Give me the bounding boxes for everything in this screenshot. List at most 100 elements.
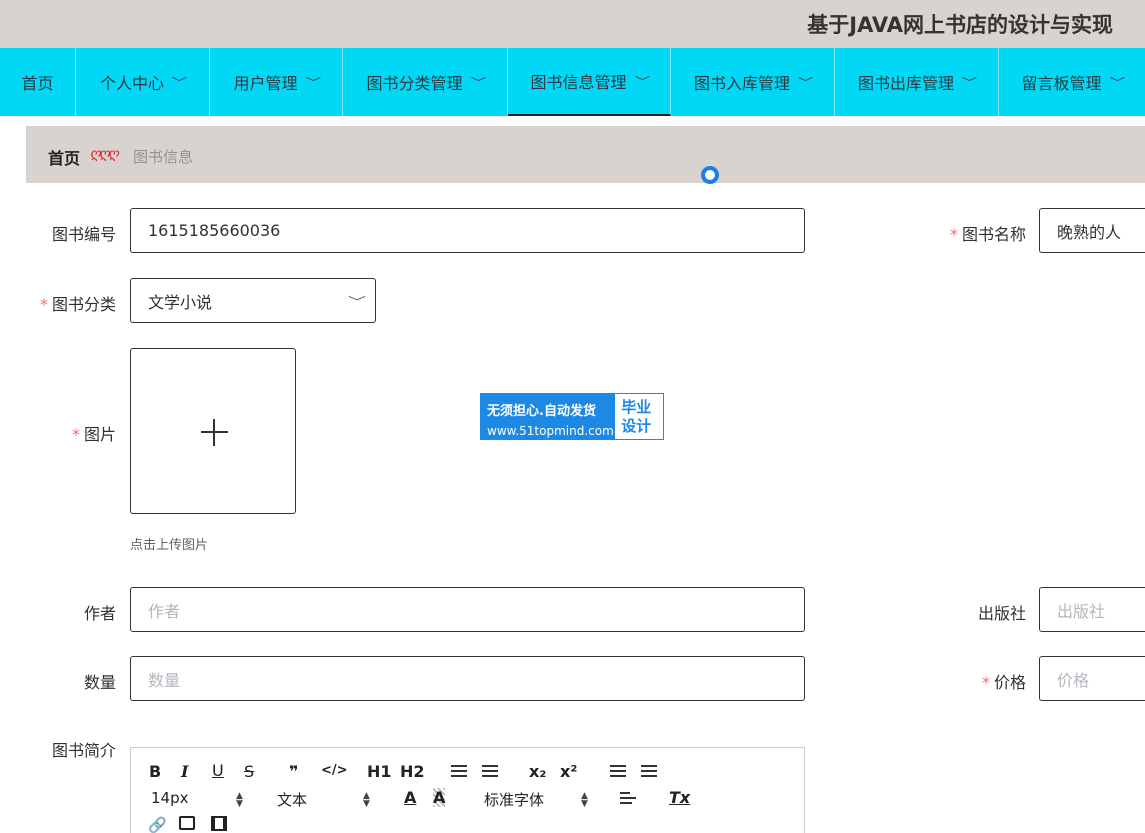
quantity-label-text: 数量 <box>83 673 116 692</box>
breadcrumb-home[interactable]: 首页 <box>48 145 80 169</box>
book-no-label: 图书编号 <box>30 221 116 245</box>
select-arrows-icon: ▲ ▼ <box>236 791 243 809</box>
clear-format-icon[interactable]: Tx <box>669 788 690 807</box>
site-title: 基于JAVA网上书店的设计与实现 <box>807 13 1113 37</box>
author-label: 作者 <box>30 600 116 624</box>
nav-item-user-management[interactable]: 用户管理 ﹀ <box>210 48 343 116</box>
publisher-label: 出版社 <box>920 600 1026 624</box>
loading-spinner-icon <box>701 166 719 184</box>
underline-button[interactable]: U <box>212 761 224 780</box>
breadcrumb-separator: ღღღ <box>90 146 119 162</box>
quantity-input[interactable]: 数量 <box>130 656 805 701</box>
font-color-icon[interactable]: A <box>404 788 416 807</box>
book-name-label: * 图书名称 <box>920 221 1026 245</box>
price-input[interactable]: 价格 <box>1039 656 1145 701</box>
rich-text-editor[interactable]: B I U S ❞ </> H1 H2 x₂ x² 14px ▲ ▼ 文本 ▲ ▼ … <box>130 747 805 833</box>
nav-item-label: 图书入库管理 <box>693 74 790 93</box>
nav-item-label: 用户管理 <box>233 74 298 93</box>
watermark-side1: 毕业 <box>621 398 652 416</box>
price-label: * 价格 <box>920 669 1026 693</box>
chevron-down-icon: ﹀ <box>797 76 814 89</box>
book-name-input[interactable]: 晚熟的人 <box>1039 208 1145 253</box>
nav-item-personal-center[interactable]: 个人中心 ﹀ <box>76 48 210 116</box>
nav-item-category-management[interactable]: 图书分类管理 ﹀ <box>343 48 508 116</box>
book-name-value: 晚熟的人 <box>1057 222 1122 242</box>
outdent-icon[interactable] <box>610 765 626 780</box>
image-upload-box[interactable] <box>130 348 296 514</box>
chevron-down-icon: ﹀ <box>305 76 321 89</box>
watermark-logo: 无须担心.自动发货 www.51topmind.com 毕业 设计 <box>480 393 664 440</box>
category-label-text: 图书分类 <box>51 295 116 314</box>
select-arrows-icon: ▲ ▼ <box>363 791 370 809</box>
nav-item-stock-in-management[interactable]: 图书入库管理 ﹀ <box>671 48 835 116</box>
watermark-line2: www.51topmind.com <box>487 424 614 438</box>
required-mark: * <box>39 295 48 314</box>
nav-item-book-info-management[interactable]: 图书信息管理 ﹀ <box>508 48 671 116</box>
plus-icon <box>213 419 215 446</box>
heading1-button[interactable]: H1 <box>367 762 392 781</box>
book-no-label-text: 图书编号 <box>51 225 116 244</box>
nav-item-label: 首页 <box>21 74 54 93</box>
author-label-text: 作者 <box>83 604 116 623</box>
heading2-button[interactable]: H2 <box>400 762 425 781</box>
category-select[interactable]: 文学小说 ﹀ <box>130 278 376 323</box>
quote-icon[interactable]: ❞ <box>289 762 298 781</box>
intro-label-text: 图书简介 <box>51 741 116 760</box>
nav-item-label: 图书出库管理 <box>857 74 954 93</box>
superscript-button[interactable]: x² <box>560 762 577 781</box>
font-size-select[interactable]: 14px <box>151 789 189 807</box>
indent-icon[interactable] <box>641 765 657 780</box>
author-input[interactable]: 作者 <box>130 587 805 632</box>
nav-item-stock-out-management[interactable]: 图书出库管理 ﹀ <box>835 48 999 116</box>
quantity-label: 数量 <box>30 669 116 693</box>
paragraph-select[interactable]: 文本 <box>277 789 307 810</box>
chevron-down-icon: ﹀ <box>634 75 650 88</box>
upload-tip: 点击上传图片 <box>130 538 209 553</box>
book-no-input[interactable]: 1615185660036 <box>130 208 805 253</box>
top-header: 基于JAVA网上书店的设计与实现 <box>0 0 1145 48</box>
main-nav: 首页 个人中心 ﹀ 用户管理 ﹀ 图书分类管理 ﹀ 图书信息管理 ﹀ 图书入库管理 ﹀ 图… <box>0 48 1145 116</box>
author-placeholder: 作者 <box>148 601 181 621</box>
nav-item-label: 图书分类管理 <box>366 74 463 93</box>
code-block-icon[interactable]: </> <box>321 763 348 778</box>
font-family-select[interactable]: 标准字体 <box>484 789 544 810</box>
nav-item-label: 图书信息管理 <box>530 73 627 92</box>
nav-item-home[interactable]: 首页 <box>0 48 76 116</box>
category-label: * 图书分类 <box>30 291 116 315</box>
watermark-line1: 无须担心.自动发货 <box>487 404 596 419</box>
category-value: 文学小说 <box>148 292 213 312</box>
bullet-list-icon[interactable] <box>482 765 498 780</box>
publisher-placeholder: 出版社 <box>1057 601 1106 621</box>
chevron-down-icon: ﹀ <box>470 76 486 89</box>
strikethrough-button[interactable]: S <box>244 762 254 781</box>
publisher-label-text: 出版社 <box>977 604 1026 623</box>
book-no-value: 1615185660036 <box>148 221 281 240</box>
subscript-button[interactable]: x₂ <box>529 762 546 781</box>
italic-button[interactable]: I <box>181 762 188 781</box>
select-arrows-icon: ▲ ▼ <box>581 791 588 809</box>
required-mark: * <box>981 673 990 692</box>
required-mark: * <box>71 425 80 444</box>
price-label-text: 价格 <box>993 673 1026 692</box>
publisher-input[interactable]: 出版社 <box>1039 587 1145 632</box>
bold-button[interactable]: B <box>149 762 161 781</box>
chevron-down-icon: ﹀ <box>961 76 978 89</box>
chevron-down-icon: ﹀ <box>347 295 367 309</box>
ordered-list-icon[interactable] <box>451 765 467 780</box>
chevron-down-icon: ﹀ <box>171 76 188 89</box>
nav-item-label: 个人中心 <box>99 74 164 93</box>
nav-item-message-board-management[interactable]: 留言板管理 ﹀ <box>999 48 1145 116</box>
align-icon[interactable] <box>620 792 636 807</box>
breadcrumb-current: 图书信息 <box>133 148 194 166</box>
chevron-down-icon: ﹀ <box>1109 76 1125 89</box>
book-name-label-text: 图书名称 <box>961 225 1026 244</box>
nav-item-label: 留言板管理 <box>1021 74 1102 93</box>
video-icon[interactable] <box>211 816 227 831</box>
watermark-side: 毕业 设计 <box>615 394 663 439</box>
link-icon[interactable]: 🔗 <box>148 816 167 833</box>
required-mark: * <box>949 225 958 244</box>
background-color-icon[interactable]: A <box>433 788 446 807</box>
breadcrumb: 首页 ღღღ 图书信息 <box>26 126 1145 183</box>
image-icon[interactable] <box>179 816 195 830</box>
intro-label: 图书简介 <box>30 737 116 761</box>
